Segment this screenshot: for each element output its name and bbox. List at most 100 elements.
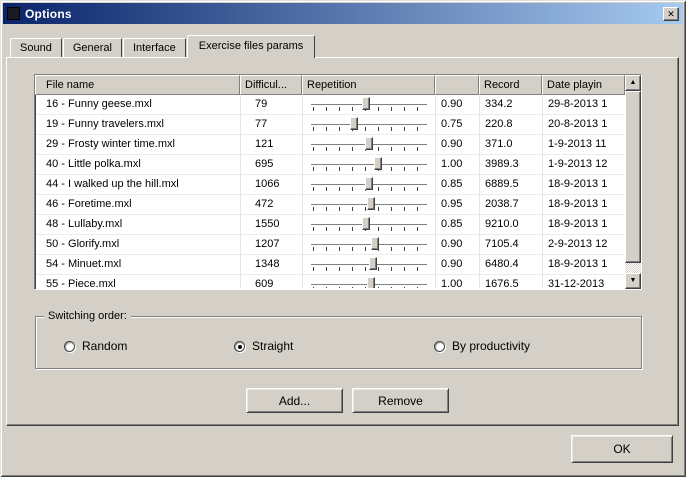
ratio-cell: 0.95 — [436, 195, 480, 214]
tab-sound[interactable]: Sound — [10, 38, 62, 57]
slider-track — [311, 124, 427, 125]
table-row[interactable]: 48 - Lullaby.mxl 1550 0.85 9210.0 18-9-2013 … — [36, 215, 624, 235]
repetition-cell — [303, 255, 436, 274]
table-row[interactable]: 16 - Funny geese.mxl 79 0.90 334.2 29-8-2013… — [36, 95, 624, 115]
radio-button-icon[interactable] — [64, 340, 75, 352]
repetition-slider[interactable] — [309, 196, 429, 213]
file-name-cell: 16 - Funny geese.mxl — [36, 95, 241, 114]
repetition-cell — [303, 175, 436, 194]
radio-label: Straight — [252, 339, 294, 353]
date-playing-cell: 18-9-2013 1 — [548, 198, 608, 210]
repetition-cell — [303, 215, 436, 234]
tab-exercise-files-params[interactable]: Exercise files params — [186, 35, 316, 58]
close-button[interactable]: ✕ — [663, 6, 679, 21]
table-row[interactable]: 46 - Foretime.mxl 472 0.95 2038.7 18-9-2013 … — [36, 195, 624, 215]
slider-thumb[interactable] — [365, 177, 373, 190]
radio-button-icon[interactable] — [234, 340, 245, 352]
repetition-slider[interactable] — [309, 116, 429, 133]
date-playing-cell: 18-9-2013 1 — [548, 178, 608, 190]
column-header-repetition[interactable]: Repetition — [302, 75, 435, 95]
slider-thumb[interactable] — [371, 237, 379, 250]
column-header-difficul[interactable]: Difficul... — [240, 75, 302, 95]
table-row[interactable]: 29 - Frosty winter time.mxl 121 0.90 371.0 1… — [36, 135, 624, 155]
add-button[interactable]: Add... — [246, 388, 343, 413]
slider-thumb[interactable] — [365, 137, 373, 150]
record-cell: 1676.5 — [480, 275, 543, 288]
scroll-up-button[interactable]: ▲ — [625, 75, 641, 91]
slider-thumb[interactable] — [350, 117, 358, 130]
file-name-cell: 46 - Foretime.mxl — [36, 195, 241, 214]
slider-thumb[interactable] — [362, 97, 370, 110]
repetition-cell — [303, 235, 436, 254]
table-row[interactable]: 44 - I walked up the hill.mxl 1066 0.85 688… — [36, 175, 624, 195]
ratio-cell: 1.00 — [436, 275, 480, 288]
column-header-record[interactable]: Record — [479, 75, 542, 95]
switching-order-group: Switching order: Random Straight By produc… — [35, 310, 642, 369]
difficulty-cell: 121 — [241, 135, 303, 154]
tab-general[interactable]: General — [62, 38, 122, 57]
radio-by-productivity[interactable]: By productivity — [434, 339, 530, 353]
date-playing-cell: 18-9-2013 1 — [548, 218, 608, 230]
titlebar: Options ✕ — [3, 3, 683, 24]
radio-button-icon[interactable] — [434, 340, 445, 352]
table-row[interactable]: 40 - Little polka.mxl 695 1.00 3989.3 1-9-20… — [36, 155, 624, 175]
slider-thumb[interactable] — [367, 197, 375, 210]
table-row[interactable]: 19 - Funny travelers.mxl 77 0.75 220.8 20-8-… — [36, 115, 624, 135]
repetition-slider[interactable] — [309, 276, 429, 288]
switching-order-label: Switching order: — [44, 310, 131, 322]
tab-interface[interactable]: Interface — [122, 38, 186, 57]
remove-button[interactable]: Remove — [352, 388, 449, 413]
ratio-cell: 1.00 — [436, 155, 480, 174]
column-header-blank[interactable] — [435, 75, 479, 95]
file-name-cell: 29 - Frosty winter time.mxl — [36, 135, 241, 154]
table-row[interactable]: 50 - Glorify.mxl 1207 0.90 7105.4 2-9-2013 1… — [36, 235, 624, 255]
repetition-cell — [303, 95, 436, 114]
slider-thumb[interactable] — [362, 217, 370, 230]
date-playing-cell: 2-9-2013 12 — [548, 238, 608, 250]
ratio-cell: 0.90 — [436, 95, 480, 114]
date-playing-cell: 1-9-2013 11 — [548, 138, 607, 150]
slider-thumb[interactable] — [369, 257, 377, 270]
ratio-cell: 0.90 — [436, 255, 480, 274]
repetition-slider[interactable] — [309, 156, 429, 173]
close-icon: ✕ — [667, 8, 675, 19]
window-title: Options — [25, 6, 72, 21]
ratio-cell: 0.85 — [436, 215, 480, 234]
repetition-slider[interactable] — [309, 96, 429, 113]
table-row[interactable]: 54 - Minuet.mxl 1348 0.90 6480.4 18-9-2013 1 — [36, 255, 624, 275]
slider-thumb[interactable] — [367, 277, 375, 288]
column-header-date-playin[interactable]: Date playin — [542, 75, 625, 95]
column-header-file-name[interactable]: File name — [35, 75, 240, 95]
file-name-cell: 54 - Minuet.mxl — [36, 255, 241, 274]
difficulty-cell: 695 — [241, 155, 303, 174]
ratio-cell: 0.85 — [436, 175, 480, 194]
file-name-cell: 19 - Funny travelers.mxl — [36, 115, 241, 134]
ok-button[interactable]: OK — [571, 435, 673, 463]
ratio-cell: 0.90 — [436, 235, 480, 254]
slider-thumb[interactable] — [374, 157, 382, 170]
scrollbar-thumb[interactable] — [625, 91, 641, 263]
difficulty-cell: 472 — [241, 195, 303, 214]
file-name-cell: 55 - Piece.mxl — [36, 275, 241, 288]
slider-track — [311, 164, 427, 165]
date-playing-cell: 31-12-2013 — [548, 278, 605, 288]
date-playing-cell: 29-8-2013 1 — [548, 98, 608, 110]
date-playing-cell: 1-9-2013 12 — [548, 158, 608, 170]
radio-straight[interactable]: Straight — [234, 339, 293, 353]
table-row[interactable]: 55 - Piece.mxl 609 1.00 1676.5 31-12-2013 — [36, 275, 624, 288]
vertical-scrollbar[interactable]: ▲ ▼ — [625, 75, 641, 289]
repetition-slider[interactable] — [309, 136, 429, 153]
repetition-cell — [303, 155, 436, 174]
slider-ticks — [313, 247, 426, 251]
radio-random[interactable]: Random — [64, 339, 127, 353]
exercise-files-table: File name Difficul... Repetition Record Date… — [34, 74, 642, 290]
repetition-slider[interactable] — [309, 236, 429, 253]
repetition-slider[interactable] — [309, 216, 429, 233]
tab-bar: Sound General Interface Exercise files para… — [10, 35, 316, 58]
app-icon — [7, 7, 20, 20]
scroll-down-button[interactable]: ▼ — [625, 273, 641, 289]
repetition-slider[interactable] — [309, 176, 429, 193]
repetition-slider[interactable] — [309, 256, 429, 273]
table-body: 16 - Funny geese.mxl 79 0.90 334.2 29-8-2013… — [36, 95, 624, 288]
exercise-files-params-panel: File name Difficul... Repetition Record Date… — [6, 57, 679, 426]
